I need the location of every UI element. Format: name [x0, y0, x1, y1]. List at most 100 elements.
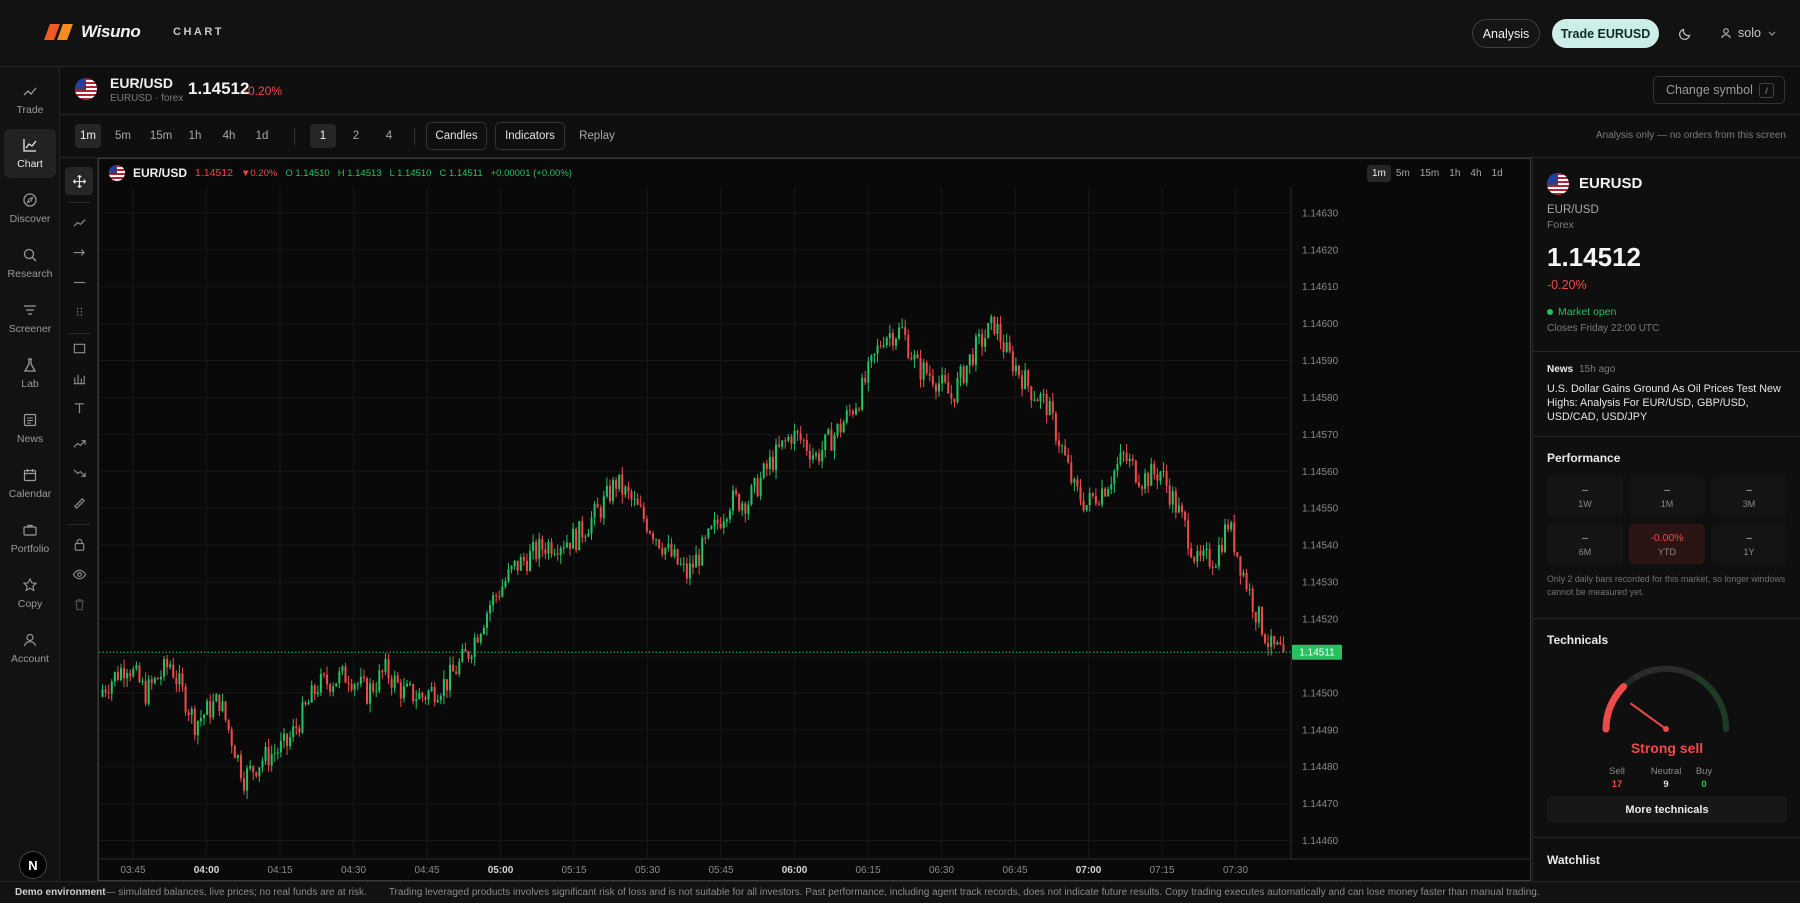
- candle-body: [658, 539, 661, 548]
- candle-body: [390, 678, 393, 688]
- candle-body: [799, 433, 802, 440]
- chart-timeframe-4h[interactable]: 4h: [1465, 165, 1486, 182]
- candle-body: [455, 671, 458, 675]
- ruler-tool[interactable]: [65, 489, 93, 517]
- analysis-only-note: Analysis only — no orders from this scre…: [1595, 130, 1786, 141]
- y-tick-label: 1.14600: [1302, 319, 1339, 330]
- horizontal-line-tool[interactable]: [65, 268, 93, 296]
- candle-body: [630, 491, 633, 500]
- delete-tool[interactable]: [65, 590, 93, 618]
- timeframe-1h[interactable]: 1h: [182, 124, 208, 148]
- candle-body: [286, 733, 289, 747]
- candle-body: [894, 338, 897, 346]
- chart-timeframe-1m[interactable]: 1m: [1367, 165, 1391, 182]
- timeframe-1d[interactable]: 1d: [248, 124, 276, 148]
- nav-label: Discover: [9, 213, 51, 225]
- text-tool[interactable]: [65, 394, 93, 422]
- symbol-price: 1.14512: [188, 79, 250, 98]
- candle-body: [1134, 460, 1137, 483]
- panel-pair: EUR/USD: [1547, 204, 1599, 216]
- replay-button[interactable]: Replay: [572, 124, 622, 148]
- nav-copy[interactable]: Copy: [4, 569, 56, 618]
- nav-lab[interactable]: Lab: [4, 349, 56, 398]
- star-icon: [22, 577, 38, 592]
- candle-body: [861, 377, 864, 410]
- nav-chart[interactable]: Chart: [4, 129, 56, 178]
- nav-research[interactable]: Research: [4, 239, 56, 288]
- chart-timeframe-1d[interactable]: 1d: [1487, 165, 1508, 182]
- analysis-button[interactable]: Analysis: [1472, 19, 1540, 48]
- change-symbol-button[interactable]: Change symbol /: [1653, 76, 1785, 104]
- timeframe-5m[interactable]: 5m: [108, 124, 138, 148]
- timeframe-4h[interactable]: 4h: [215, 124, 243, 148]
- candle-body: [938, 383, 941, 392]
- chart-timeframe-5m[interactable]: 5m: [1391, 165, 1415, 182]
- ray-tool[interactable]: [65, 238, 93, 266]
- x-tick-label: 04:00: [194, 865, 220, 876]
- candle-body: [270, 753, 273, 766]
- user-menu[interactable]: solo: [1720, 26, 1777, 40]
- candle-body: [771, 457, 774, 471]
- rectangle-tool[interactable]: [65, 334, 93, 362]
- timeframe-15m[interactable]: 15m: [143, 124, 179, 148]
- candle-body: [550, 542, 553, 555]
- candle-body: [808, 450, 811, 460]
- candle-body: [264, 746, 267, 761]
- price-chart[interactable]: 1.14630 1.14620 1.14610 1.14600 1.14590 1.145…: [98, 158, 1531, 881]
- nav-news[interactable]: News: [4, 404, 56, 453]
- candle-body: [535, 541, 538, 559]
- candle-body: [747, 504, 750, 514]
- candle-body: [615, 479, 618, 489]
- assistant-badge[interactable]: N: [19, 851, 47, 879]
- lock-tool[interactable]: [65, 530, 93, 558]
- layout-2[interactable]: 2: [343, 124, 369, 148]
- chart-timeframe-1h[interactable]: 1h: [1444, 165, 1465, 182]
- candle-body: [738, 494, 741, 511]
- candle-body: [1021, 375, 1024, 389]
- candle-body: [224, 701, 227, 720]
- nav-discover[interactable]: Discover: [4, 184, 56, 233]
- trade-button[interactable]: Trade EURUSD: [1552, 19, 1659, 48]
- trendline-tool[interactable]: [65, 208, 93, 236]
- candle-body: [916, 354, 919, 359]
- candle-body: [1091, 492, 1094, 497]
- candle-body: [885, 337, 888, 345]
- nav-trade[interactable]: Trade: [4, 75, 56, 124]
- candle-body: [116, 672, 119, 680]
- user-name: solo: [1738, 26, 1761, 40]
- candle-body: [495, 595, 498, 597]
- candlestick-chart[interactable]: 1.14630 1.14620 1.14610 1.14600 1.14590 1.145…: [99, 159, 1530, 880]
- symbol-change: -0.20%: [244, 84, 283, 98]
- theme-moon-icon[interactable]: [1678, 25, 1694, 41]
- candle-body: [1171, 491, 1174, 505]
- candle-body: [802, 439, 805, 441]
- nav-calendar[interactable]: Calendar: [4, 459, 56, 508]
- news-headline[interactable]: U.S. Dollar Gains Ground As Oil Prices T…: [1547, 382, 1787, 424]
- timeframe-1m[interactable]: 1m: [75, 124, 101, 148]
- more-technicals-button[interactable]: More technicals: [1547, 796, 1787, 823]
- candle-body: [655, 539, 658, 541]
- candle-body: [1045, 393, 1048, 416]
- chart-timeframe-15m[interactable]: 15m: [1415, 165, 1444, 182]
- y-tick-label: 1.14480: [1302, 762, 1339, 773]
- brand-logo[interactable]: Wisuno: [44, 22, 141, 42]
- candle-body: [1110, 484, 1113, 490]
- nav-screener[interactable]: Screener: [4, 294, 56, 343]
- nav-portfolio[interactable]: Portfolio: [4, 514, 56, 563]
- nav-account[interactable]: Account: [4, 624, 56, 673]
- layout-4[interactable]: 4: [376, 124, 402, 148]
- perf-period: 6M: [1578, 546, 1592, 557]
- crosshair-tool[interactable]: [65, 167, 93, 195]
- visibility-tool[interactable]: [65, 560, 93, 588]
- bars-tool[interactable]: [65, 364, 93, 392]
- candle-body: [556, 553, 559, 556]
- candle-body: [805, 440, 808, 451]
- forecast-up-tool[interactable]: [65, 429, 93, 457]
- layout-1[interactable]: 1: [310, 124, 336, 148]
- candle-body: [1245, 572, 1248, 590]
- forecast-down-tool[interactable]: [65, 459, 93, 487]
- indicators-button[interactable]: Indicators: [495, 122, 565, 150]
- candles-button[interactable]: Candles: [426, 122, 487, 150]
- vertical-line-tool[interactable]: [65, 298, 93, 326]
- candle-body: [848, 410, 851, 412]
